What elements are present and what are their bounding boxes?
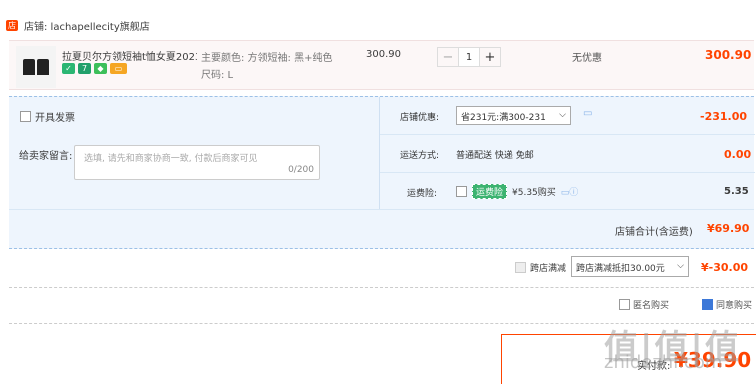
discount-value: -231.00 [700, 110, 748, 123]
decrease-button[interactable]: − [438, 48, 458, 66]
shipping-row: 运送方式: 普通配送 快递 免邮 0.00 [380, 135, 755, 173]
shop-total-label: 店铺合计(含运费) [615, 227, 693, 238]
order-options-panel: 开具发票 给卖家留言: 选填, 请先和商家协商一致, 付款后商家可见 0/200… [9, 96, 755, 249]
anonymous-checkbox[interactable] [619, 299, 630, 310]
anonymous-option[interactable]: 匿名购买 [619, 298, 669, 311]
discount-label: 店铺优惠: [400, 113, 440, 123]
discount-row: 店铺优惠: 省231元:满300-231 ⌵ ▭ -231.00 [380, 97, 755, 135]
shop-header: 店 店铺: lachapellecity旗舰店 [6, 14, 150, 36]
cross-store-checkbox[interactable] [515, 262, 526, 273]
shipping-fee: 0.00 [724, 148, 752, 161]
anonymous-label: 匿名购买 [633, 301, 670, 311]
badge-icon: ✓ [62, 63, 75, 74]
cart-item-row: 拉夏贝尔方领短袖t恤女夏2023... ✓ 7 ◆ ▭ 主要颜色: 方领短袖: … [9, 40, 754, 90]
increase-button[interactable]: + [480, 48, 500, 66]
invoice-option[interactable]: 开具发票 [20, 109, 75, 124]
right-options: 店铺优惠: 省231元:满300-231 ⌵ ▭ -231.00 运送方式: 普… [379, 97, 755, 211]
watermark-text: zhidezhi.com [604, 352, 723, 373]
insurance-option[interactable]: 运费险 ¥5.35购买 ▭ⓘ [456, 184, 578, 199]
quantity-stepper: − + [437, 47, 501, 67]
card-icon: ▭ [110, 63, 127, 74]
insurance-checkbox[interactable] [456, 186, 467, 197]
insurance-label: 运费险: [407, 189, 438, 199]
shop-name[interactable]: 店铺: lachapellecity旗舰店 [24, 18, 150, 33]
chevron-down-icon: ⌵ [559, 110, 566, 120]
cross-store-select[interactable]: 跨店满减抵扣30.00元 ⌵ [571, 256, 689, 277]
chat-icon[interactable]: ▭ [583, 108, 592, 119]
message-counter: 0/200 [288, 165, 314, 175]
invoice-checkbox[interactable] [20, 111, 31, 122]
agree-option[interactable]: 同意购买 [702, 298, 752, 311]
shipping-label: 运送方式: [400, 151, 440, 161]
cross-store-select-value: 跨店满减抵扣30.00元 [576, 264, 665, 274]
product-thumbnail[interactable] [16, 46, 56, 88]
badge-icon: 7 [78, 63, 91, 74]
help-icon[interactable]: ▭ⓘ [561, 185, 579, 198]
message-label: 给卖家留言: [19, 151, 73, 162]
cross-store-value: ¥-30.00 [701, 261, 749, 274]
left-options: 开具发票 给卖家留言: 选填, 请先和商家协商一致, 付款后商家可见 0/200 [9, 97, 379, 209]
cross-store-option[interactable]: 跨店满减 [515, 261, 566, 274]
sku-color: 主要颜色: 方领短袖: 黑+纯色 [201, 53, 333, 64]
item-subtotal: 300.90 [705, 48, 752, 62]
discount-select[interactable]: 省231元:满300-231 ⌵ [456, 106, 571, 125]
insurance-row: 运费险: 运费险 ¥5.35购买 ▭ⓘ 5.35 [380, 173, 755, 211]
badge-icon: ◆ [94, 63, 107, 74]
insurance-fee: 5.35 [724, 186, 749, 197]
discount-select-value: 省231元:满300-231 [461, 113, 546, 123]
shipping-method: 普通配送 快递 免邮 [456, 151, 534, 161]
message-placeholder: 选填, 请先和商家协商一致, 付款后商家可见 [84, 154, 258, 164]
message-textarea[interactable]: 选填, 请先和商家协商一致, 付款后商家可见 0/200 [74, 145, 320, 180]
cross-store-label: 跨店满减 [530, 264, 567, 274]
shop-icon: 店 [6, 19, 18, 31]
invoice-label: 开具发票 [35, 113, 75, 124]
chevron-down-icon: ⌵ [677, 261, 684, 271]
insurance-tag: 运费险 [472, 184, 508, 199]
product-title[interactable]: 拉夏贝尔方领短袖t恤女夏2023... [62, 48, 197, 63]
quantity-input[interactable] [458, 48, 480, 66]
unit-price: 300.90 [366, 49, 401, 60]
agree-checkbox[interactable] [702, 299, 713, 310]
divider [9, 287, 754, 288]
service-badges: ✓ 7 ◆ ▭ [62, 63, 127, 74]
insurance-price: ¥5.35购买 [512, 188, 556, 198]
item-promo: 无优惠 [572, 53, 602, 64]
sku-size: 尺码: L [201, 70, 234, 81]
agree-label: 同意购买 [716, 301, 753, 311]
shop-total-value: ¥69.90 [707, 222, 750, 235]
shop-total-row: 店铺合计(含运费) ¥69.90 [9, 209, 754, 249]
